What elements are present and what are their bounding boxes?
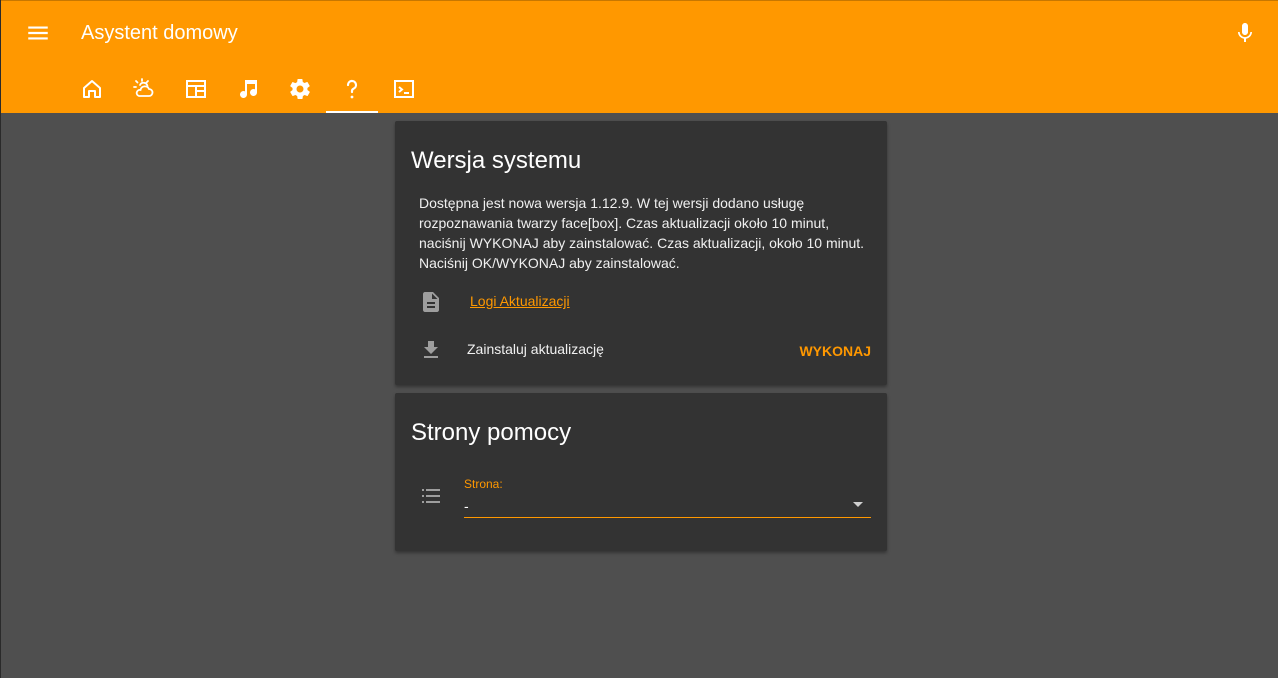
install-update-label: Zainstaluj aktualizację bbox=[467, 341, 604, 357]
help-page-select-label: Strona: bbox=[464, 477, 503, 491]
update-logs-link[interactable]: Logi Aktualizacji bbox=[470, 292, 570, 310]
help-pages-title: Strony pomocy bbox=[411, 419, 572, 446]
weather-partly-cloudy-icon bbox=[133, 77, 154, 97]
music-note-icon bbox=[240, 79, 257, 98]
top-app-bar: Asystent domowy bbox=[1, 0, 1278, 113]
dashboard-table-icon bbox=[186, 79, 206, 98]
run-update-button[interactable]: WYKONAJ bbox=[799, 341, 871, 361]
help-pages-card: Strony pomocy Strona: - bbox=[395, 393, 887, 551]
app-title: Asystent domowy bbox=[81, 22, 238, 44]
microphone-icon[interactable] bbox=[1233, 21, 1255, 45]
document-icon bbox=[419, 290, 443, 314]
help-page-select-value: - bbox=[464, 498, 469, 514]
tab-help[interactable] bbox=[326, 64, 378, 113]
settings-gear-icon bbox=[290, 78, 310, 99]
list-icon bbox=[419, 484, 443, 508]
tab-dashboard[interactable] bbox=[170, 64, 222, 113]
help-page-select[interactable]: Strona: - bbox=[464, 477, 871, 519]
help-question-icon bbox=[346, 79, 358, 98]
tab-weather[interactable] bbox=[118, 64, 170, 113]
select-underline bbox=[464, 517, 871, 518]
hamburger-menu-icon[interactable] bbox=[25, 20, 51, 46]
update-description: Dostępna jest nowa wersja 1.12.9. W tej … bbox=[419, 195, 865, 271]
tab-music[interactable] bbox=[222, 64, 274, 113]
system-version-card: Wersja systemu Dostępna jest nowa wersja… bbox=[395, 121, 887, 385]
tab-console[interactable] bbox=[378, 64, 430, 113]
system-version-title: Wersja systemu bbox=[411, 147, 582, 174]
tab-settings[interactable] bbox=[274, 64, 326, 113]
console-terminal-icon bbox=[394, 79, 414, 98]
home-icon bbox=[83, 79, 101, 98]
download-icon bbox=[419, 338, 443, 362]
tab-home[interactable] bbox=[66, 64, 118, 113]
dropdown-arrow-icon bbox=[853, 502, 863, 507]
